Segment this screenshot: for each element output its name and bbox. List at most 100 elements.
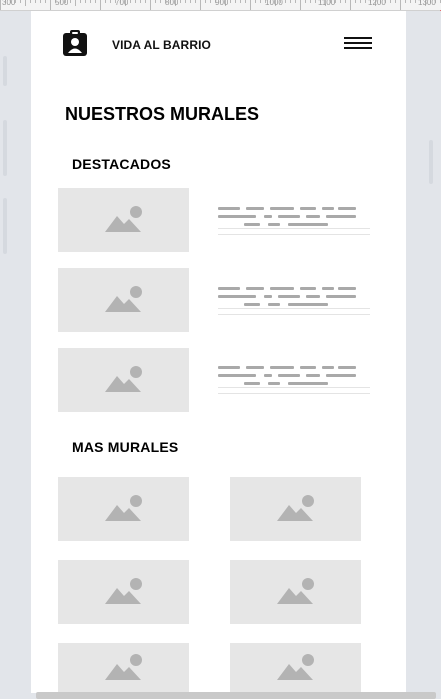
ruler-label: 500 xyxy=(55,0,69,7)
ruler-tick xyxy=(390,0,391,3)
ruler-tick xyxy=(140,0,141,3)
text-placeholder-line xyxy=(270,207,294,210)
ruler-tick xyxy=(210,0,211,3)
section-title-featured: DESTACADOS xyxy=(72,156,171,172)
horizontal-scrollbar[interactable] xyxy=(36,692,436,699)
text-placeholder-line xyxy=(270,366,294,369)
hamburger-menu-icon[interactable] xyxy=(344,37,372,51)
mural-grid-image[interactable] xyxy=(230,643,361,693)
text-placeholder-line xyxy=(218,287,240,290)
right-edge-handle[interactable] xyxy=(429,140,433,184)
ruler-tick xyxy=(195,0,196,3)
text-placeholder-line xyxy=(288,303,328,306)
text-placeholder-line xyxy=(268,382,280,385)
ruler-tick xyxy=(305,0,306,3)
ruler-tick xyxy=(85,0,86,3)
image-placeholder-icon xyxy=(276,578,314,604)
image-placeholder-icon xyxy=(104,495,142,521)
ruler-tick xyxy=(80,0,81,3)
ruler-tick xyxy=(235,0,236,3)
ruler-label: 800 xyxy=(165,0,179,7)
ruler-tick xyxy=(260,0,261,3)
mural-grid-image[interactable] xyxy=(230,560,361,624)
text-placeholder-line xyxy=(264,295,272,298)
ruler-tick xyxy=(295,0,296,3)
text-placeholder-line xyxy=(264,215,272,218)
left-edge-handle[interactable] xyxy=(3,120,7,176)
ruler-tick xyxy=(50,0,51,10)
featured-mural-text xyxy=(218,366,370,402)
text-placeholder-line xyxy=(288,223,328,226)
image-placeholder-icon xyxy=(276,495,314,521)
ruler-tick xyxy=(400,0,401,10)
brand-name[interactable]: VIDA AL BARRIO xyxy=(112,38,211,52)
ruler-tick xyxy=(135,0,136,3)
text-placeholder-line xyxy=(246,287,264,290)
ruler-tick xyxy=(395,0,396,3)
text-placeholder-rule xyxy=(218,387,370,388)
clipboard-user-icon[interactable] xyxy=(62,29,88,57)
page-title: NUESTROS MURALES xyxy=(65,104,260,124)
text-placeholder-line xyxy=(322,207,334,210)
ruler-tick xyxy=(20,0,21,3)
text-placeholder-line xyxy=(268,303,280,306)
ruler-tick xyxy=(360,0,361,3)
mural-grid-image[interactable] xyxy=(230,477,361,541)
text-placeholder-line xyxy=(218,374,256,377)
mural-grid-image[interactable] xyxy=(58,477,189,541)
featured-mural-text xyxy=(218,207,370,243)
ruler-tick xyxy=(180,0,181,3)
mural-grid-image[interactable] xyxy=(58,560,189,624)
ruler-tick xyxy=(150,0,151,10)
ruler-tick xyxy=(300,0,301,10)
left-edge-handle[interactable] xyxy=(3,198,7,254)
ruler-tick xyxy=(310,0,311,3)
image-placeholder-icon xyxy=(104,654,142,680)
top-ruler: 300 500 700 800 900 1000 1100 1200 1300 xyxy=(0,0,441,11)
text-placeholder-line xyxy=(300,366,316,369)
ruler-tick xyxy=(405,0,406,3)
text-placeholder-line xyxy=(268,223,280,226)
text-placeholder-line xyxy=(218,215,256,218)
ruler-tick xyxy=(355,0,356,3)
ruler-label: 1000 xyxy=(265,0,283,7)
ruler-tick xyxy=(345,0,346,3)
featured-mural-image[interactable] xyxy=(58,268,189,332)
ruler-tick xyxy=(340,0,341,3)
left-edge-handle[interactable] xyxy=(3,56,7,86)
ruler-tick xyxy=(35,0,36,3)
text-placeholder-line xyxy=(338,207,356,210)
section-title-more: MAS MURALES xyxy=(72,439,179,455)
mural-grid-image[interactable] xyxy=(58,643,189,693)
ruler-tick xyxy=(30,0,31,3)
ruler-tick xyxy=(40,0,41,3)
ruler-tick xyxy=(410,0,411,3)
text-placeholder-line xyxy=(306,295,320,298)
text-placeholder-line xyxy=(246,366,264,369)
text-placeholder-line xyxy=(326,295,356,298)
text-placeholder-line xyxy=(278,374,300,377)
ruler-tick xyxy=(155,0,156,3)
ruler-tick xyxy=(0,0,1,10)
ruler-tick xyxy=(100,0,101,10)
featured-mural-image[interactable] xyxy=(58,348,189,412)
text-placeholder-line xyxy=(288,382,328,385)
mockup-canvas: VIDA AL BARRIO NUESTROS MURALES DESTACAD… xyxy=(31,11,406,693)
ruler-tick xyxy=(160,0,161,3)
ruler-label: 700 xyxy=(115,0,129,7)
ruler-tick xyxy=(130,0,131,3)
text-placeholder-line xyxy=(264,374,272,377)
text-placeholder-line xyxy=(244,382,260,385)
text-placeholder-rule xyxy=(218,393,370,394)
ruler-tick xyxy=(250,0,251,10)
ruler-label: 1300 xyxy=(418,0,436,7)
ruler-label: 1200 xyxy=(368,0,386,7)
ruler-tick xyxy=(255,0,256,3)
text-placeholder-line xyxy=(322,366,334,369)
ruler-label: 900 xyxy=(215,0,229,7)
text-placeholder-line xyxy=(338,287,356,290)
ruler-tick xyxy=(245,0,246,3)
featured-mural-image[interactable] xyxy=(58,188,189,252)
text-placeholder-line xyxy=(300,207,316,210)
image-placeholder-icon xyxy=(104,286,142,312)
